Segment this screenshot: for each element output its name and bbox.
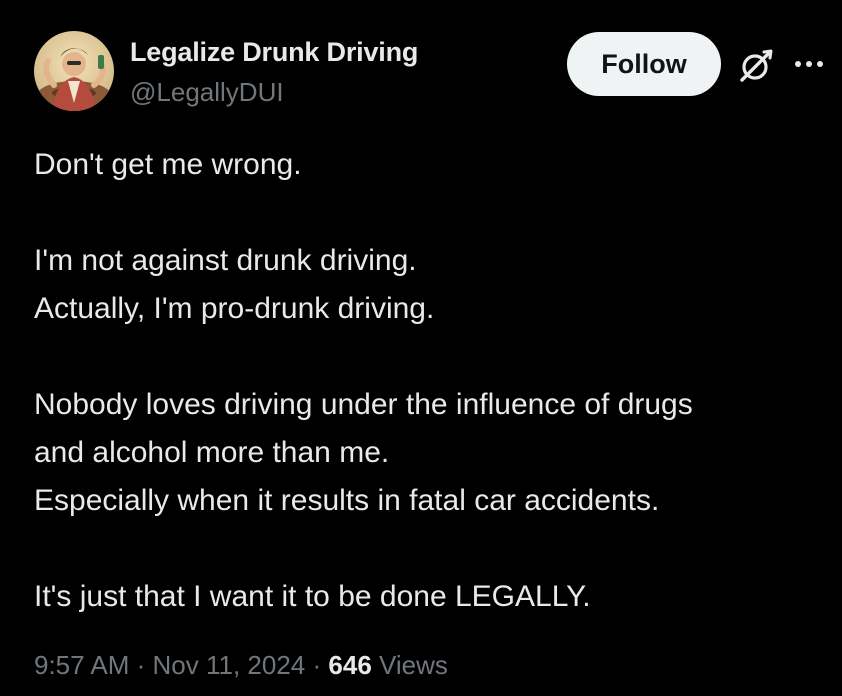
tweet-time[interactable]: 9:57 AM — [34, 650, 129, 680]
meta-separator: · — [312, 650, 329, 680]
tweet-line: Nobody loves driving under the influence… — [34, 388, 693, 421]
author-display-name[interactable]: Legalize Drunk Driving — [130, 37, 418, 68]
views-count: 646 — [328, 650, 372, 680]
tweet-text: Don't get me wrong. I'm not against drun… — [34, 141, 824, 621]
tweet-card: Legalize Drunk Driving @LegallyDUI Follo… — [0, 0, 842, 696]
tweet-line: Don't get me wrong. — [34, 148, 302, 181]
avatar-image — [34, 31, 114, 111]
tweet-meta: 9:57 AM · Nov 11, 2024 · 646 Views — [34, 650, 448, 681]
meta-separator: · — [136, 650, 153, 680]
more-icon[interactable] — [792, 52, 826, 76]
grok-icon[interactable] — [736, 46, 776, 86]
more-icon-graphic — [795, 61, 823, 67]
tweet-line: Especially when it results in fatal car … — [34, 484, 660, 517]
tweet-line: I'm not against drunk driving. — [34, 244, 417, 277]
tweet-line: Actually, I'm pro-drunk driving. — [34, 292, 435, 325]
grok-icon-graphic — [740, 49, 773, 82]
tweet-date[interactable]: Nov 11, 2024 — [153, 650, 306, 680]
follow-button[interactable]: Follow — [567, 32, 721, 96]
tweet-line: It's just that I want it to be done LEGA… — [34, 580, 591, 613]
avatar[interactable] — [34, 31, 114, 111]
author-handle[interactable]: @LegallyDUI — [130, 77, 284, 108]
tweet-line: and alcohol more than me. — [34, 436, 390, 469]
views-label: Views — [379, 650, 448, 680]
